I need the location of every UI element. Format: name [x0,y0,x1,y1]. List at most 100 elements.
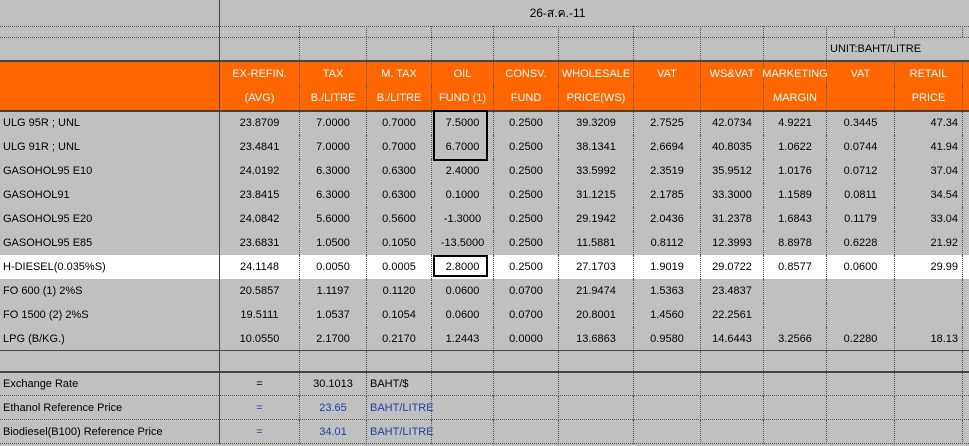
price-cell[interactable]: 0.0712 [827,159,895,183]
cell[interactable] [494,372,559,396]
price-cell[interactable] [827,303,895,327]
price-cell[interactable]: 12.3993 [701,231,764,255]
price-cell[interactable]: 7.0000 [300,135,367,159]
price-cell[interactable]: 47.34 [895,111,963,135]
price-cell[interactable]: 21.92 [895,231,963,255]
cell[interactable] [895,396,963,420]
price-cell[interactable]: 0.7000 [367,135,432,159]
header-blank[interactable] [0,86,220,110]
cell[interactable] [300,351,367,371]
column-subheader[interactable]: PRICE [895,86,963,110]
cell[interactable] [367,26,432,37]
cell[interactable] [0,37,220,60]
product-name[interactable]: GASOHOL95 E10 [0,159,220,183]
price-cell[interactable]: 0.7000 [367,111,432,135]
price-cell[interactable]: 0.6300 [367,159,432,183]
cell[interactable] [701,351,764,371]
price-cell[interactable]: 5.6000 [300,207,367,231]
cell[interactable] [220,37,300,60]
price-cell[interactable]: 1.9019 [634,255,701,279]
cell[interactable] [827,372,895,396]
cell[interactable] [432,37,494,60]
footer-eq[interactable]: = [220,396,300,420]
column-header[interactable]: VAT [827,61,895,86]
price-cell[interactable]: 23.4837 [701,279,764,303]
price-cell[interactable]: 20.8001 [559,303,634,327]
cell[interactable] [367,351,432,371]
price-cell[interactable] [764,279,827,303]
price-cell[interactable]: 38.1341 [559,135,634,159]
spreadsheet[interactable]: 26-ส.ค.-11 UNIT:BAHT/LITRE EX-REFIN. TAX M. … [0,0,969,446]
cell[interactable] [432,420,494,444]
price-cell[interactable]: 21.9474 [559,279,634,303]
cell[interactable] [895,351,963,371]
price-cell[interactable]: 35.9512 [701,159,764,183]
column-header[interactable]: CONSV. [494,61,559,86]
price-cell[interactable]: 0.2500 [494,207,559,231]
price-cell[interactable]: 34.54 [895,183,963,207]
cell[interactable] [895,26,963,37]
price-cell[interactable]: 23.8415 [220,183,300,207]
cell[interactable] [827,420,895,444]
column-header[interactable]: MARKETING [762,61,828,86]
column-header[interactable]: WS&VAT [701,61,764,86]
price-cell[interactable]: 39.3209 [559,111,634,135]
cell[interactable] [895,0,963,26]
price-cell[interactable]: 2.0436 [634,207,701,231]
price-cell[interactable]: 14.6443 [701,327,764,351]
price-cell[interactable]: 2.4000 [432,159,494,183]
cell[interactable] [827,351,895,371]
footer-value[interactable]: 34.01 [300,420,367,444]
price-cell[interactable]: 1.0176 [764,159,827,183]
column-header[interactable]: WHOLESALE [559,61,634,86]
price-cell[interactable]: 0.0600 [432,303,494,327]
date-cell[interactable]: 26-ส.ค.-11 [220,0,895,26]
price-cell[interactable]: 31.2378 [701,207,764,231]
price-cell[interactable]: 7.5000 [432,111,494,135]
price-cell[interactable]: 0.0050 [300,255,367,279]
cell[interactable] [559,420,634,444]
price-cell[interactable]: 2.6694 [634,135,701,159]
cell[interactable] [432,396,494,420]
price-cell[interactable]: 2.8000 [432,255,494,279]
column-subheader[interactable]: FUND [494,86,559,110]
cell[interactable] [701,37,764,60]
price-cell[interactable]: 10.0550 [220,327,300,351]
product-name[interactable]: ULG 95R ; UNL [0,111,220,135]
price-cell[interactable]: 2.1700 [300,327,367,351]
column-subheader[interactable]: FUND (1) [432,86,494,110]
price-cell[interactable]: -13.5000 [432,231,494,255]
cell[interactable] [300,37,367,60]
price-cell[interactable]: 6.7000 [432,135,494,159]
product-name[interactable]: FO 1500 (2) 2%S [0,303,220,327]
price-cell[interactable]: 1.5363 [634,279,701,303]
cell[interactable] [701,420,764,444]
cell[interactable] [494,37,559,60]
cell[interactable] [634,372,701,396]
price-cell[interactable]: 33.5992 [559,159,634,183]
cell[interactable] [827,396,895,420]
product-name[interactable]: GASOHOL95 E85 [0,231,220,255]
cell[interactable] [895,372,963,396]
price-cell[interactable]: 1.4560 [634,303,701,327]
cell[interactable] [634,396,701,420]
unit-label[interactable]: UNIT:BAHT/LITRE [827,37,963,60]
cell[interactable] [634,37,701,60]
column-header[interactable]: EX-REFIN. [220,61,300,86]
cell[interactable] [634,26,701,37]
footer-unit[interactable]: BAHT/LITRE [367,420,434,444]
price-cell[interactable] [895,279,963,303]
price-cell[interactable]: 0.2500 [494,111,559,135]
price-cell[interactable]: 0.0744 [827,135,895,159]
price-cell[interactable]: 1.1197 [300,279,367,303]
price-cell[interactable]: 0.2170 [367,327,432,351]
footer-eq[interactable]: = [220,372,300,396]
price-cell[interactable]: 0.9580 [634,327,701,351]
price-cell[interactable]: 33.3000 [701,183,764,207]
price-cell[interactable]: 2.1785 [634,183,701,207]
product-name[interactable]: ULG 91R ; UNL [0,135,220,159]
column-subheader[interactable]: (AVG) [220,86,300,110]
price-cell[interactable]: 6.3000 [300,159,367,183]
price-cell[interactable]: 1.0537 [300,303,367,327]
cell[interactable] [827,26,895,37]
